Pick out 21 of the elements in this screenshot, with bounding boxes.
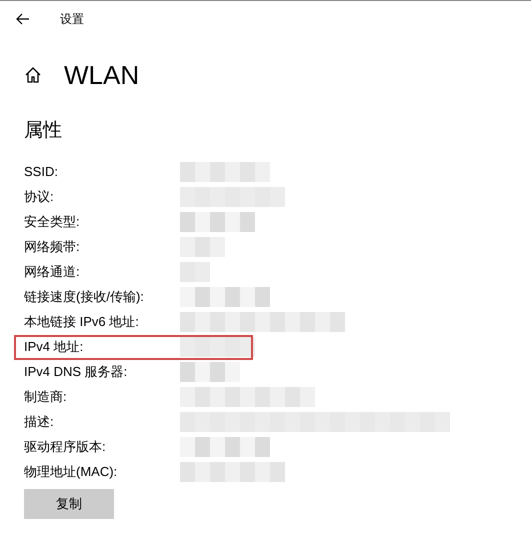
property-label: 物理地址(MAC): [24, 463, 118, 482]
property-label: 协议: [24, 188, 54, 206]
back-icon[interactable] [16, 13, 30, 25]
window-title: 设置 [60, 11, 84, 28]
property-label: 描述: [24, 413, 54, 432]
property-label: 链接速度(接收/传输): [24, 288, 144, 306]
redacted-value [180, 237, 225, 257]
property-label: 本地链接 IPv6 地址: [24, 313, 139, 332]
property-label: 安全类型: [24, 213, 80, 232]
property-label: SSID: [24, 163, 58, 182]
section-title: 属性 [24, 119, 62, 143]
property-label: 驱动程序版本: [24, 438, 106, 456]
property-label: IPv4 地址: [24, 338, 84, 356]
home-icon[interactable] [24, 66, 42, 84]
property-label: IPv4 DNS 服务器: [24, 363, 128, 382]
property-label: 网络通道: [24, 263, 80, 282]
property-label: 网络频带: [24, 238, 80, 256]
copy-button[interactable]: 复制 [24, 488, 114, 518]
redacted-value [180, 362, 240, 382]
page-title: WLAN [64, 58, 140, 92]
property-label: 制造商: [24, 388, 67, 406]
